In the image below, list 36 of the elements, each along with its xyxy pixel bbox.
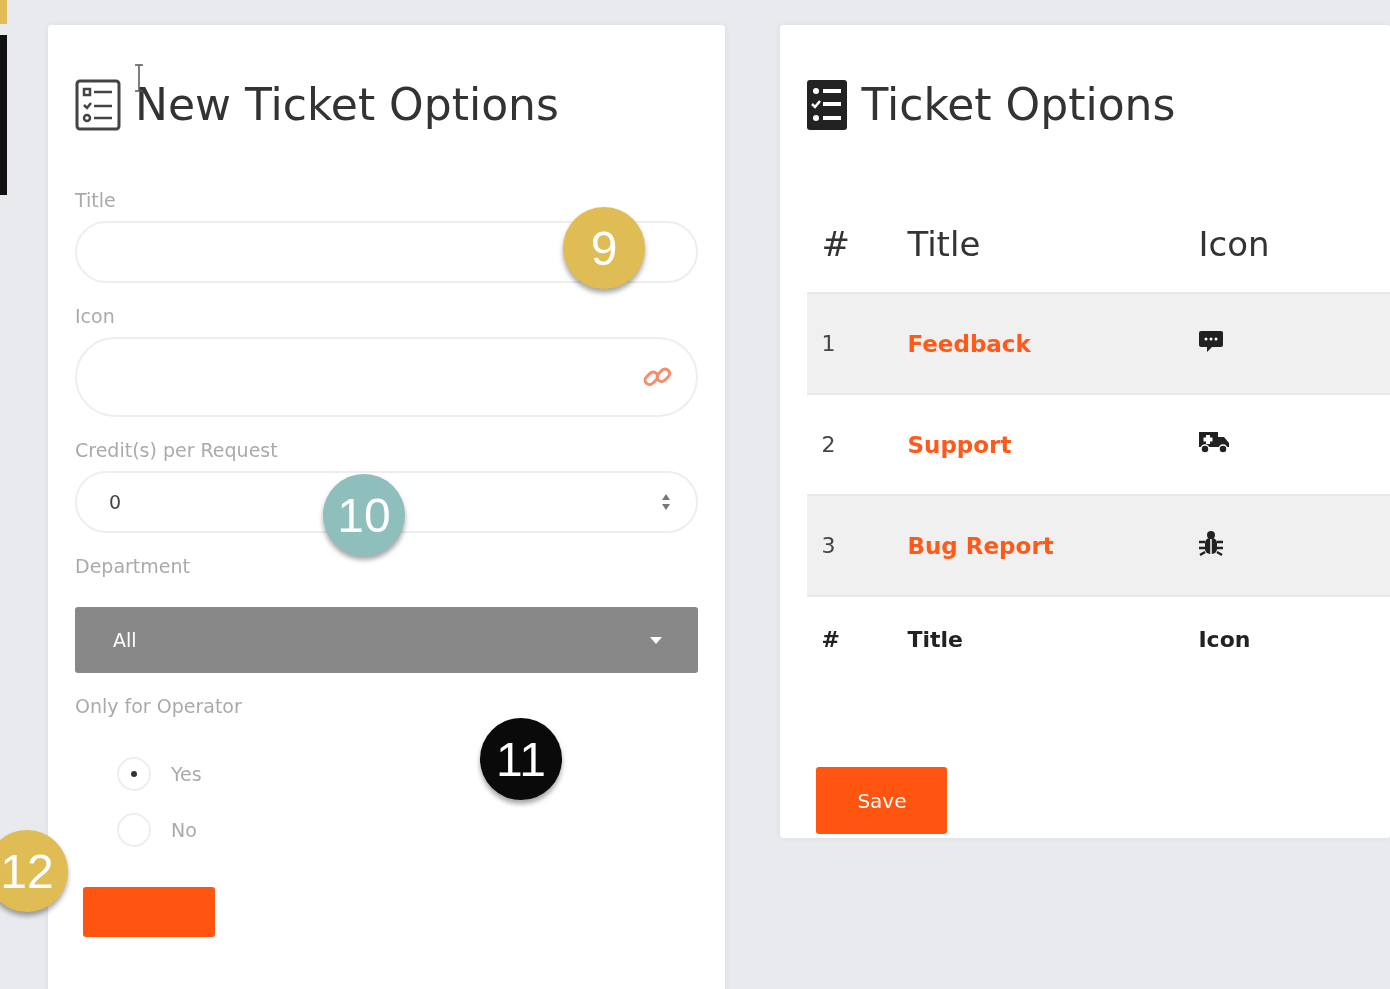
spinner-icon: [660, 492, 673, 512]
field-label: Department: [75, 555, 191, 577]
bug-icon: [1198, 529, 1225, 557]
chat-icon: [1198, 328, 1225, 354]
column-header: Icon: [1197, 195, 1390, 293]
ticket-title-link[interactable]: Bug Report: [907, 532, 1054, 559]
radio-button[interactable]: [117, 757, 151, 791]
field-label: Credit(s) per Request: [75, 439, 279, 461]
card-title: New Ticket Options: [135, 78, 559, 132]
submit-button[interactable]: [83, 887, 215, 937]
save-button[interactable]: Save: [816, 767, 948, 834]
caret-icon: [650, 636, 663, 644]
radio-label: Yes: [171, 763, 202, 785]
field-label: Icon: [75, 305, 116, 327]
table-cell: 1: [807, 293, 907, 394]
card-title: Ticket Options: [861, 78, 1176, 132]
edge-strip: [0, 0, 7, 24]
input-value: 0: [109, 491, 122, 513]
column-header: #: [807, 195, 907, 293]
column-footer: Title: [906, 596, 1198, 681]
field-label: Title: [75, 189, 117, 211]
table-cell: 3: [807, 495, 907, 596]
ticket-title-link[interactable]: Support: [907, 431, 1012, 458]
checklist-icon: [75, 79, 121, 131]
column-footer: #: [807, 596, 907, 681]
column-footer: Icon: [1197, 596, 1390, 681]
ticket-title-link[interactable]: Feedback: [907, 330, 1031, 357]
checklist-icon: [807, 80, 848, 130]
radio-label: No: [171, 819, 197, 841]
step-marker: 12: [0, 830, 68, 912]
icon-input[interactable]: [75, 337, 699, 417]
column-header: Title: [906, 195, 1198, 293]
truck-icon: [1198, 430, 1231, 454]
department-select[interactable]: All: [75, 607, 699, 673]
field-label: Only for Operator: [75, 695, 243, 717]
select-value: All: [113, 629, 137, 651]
